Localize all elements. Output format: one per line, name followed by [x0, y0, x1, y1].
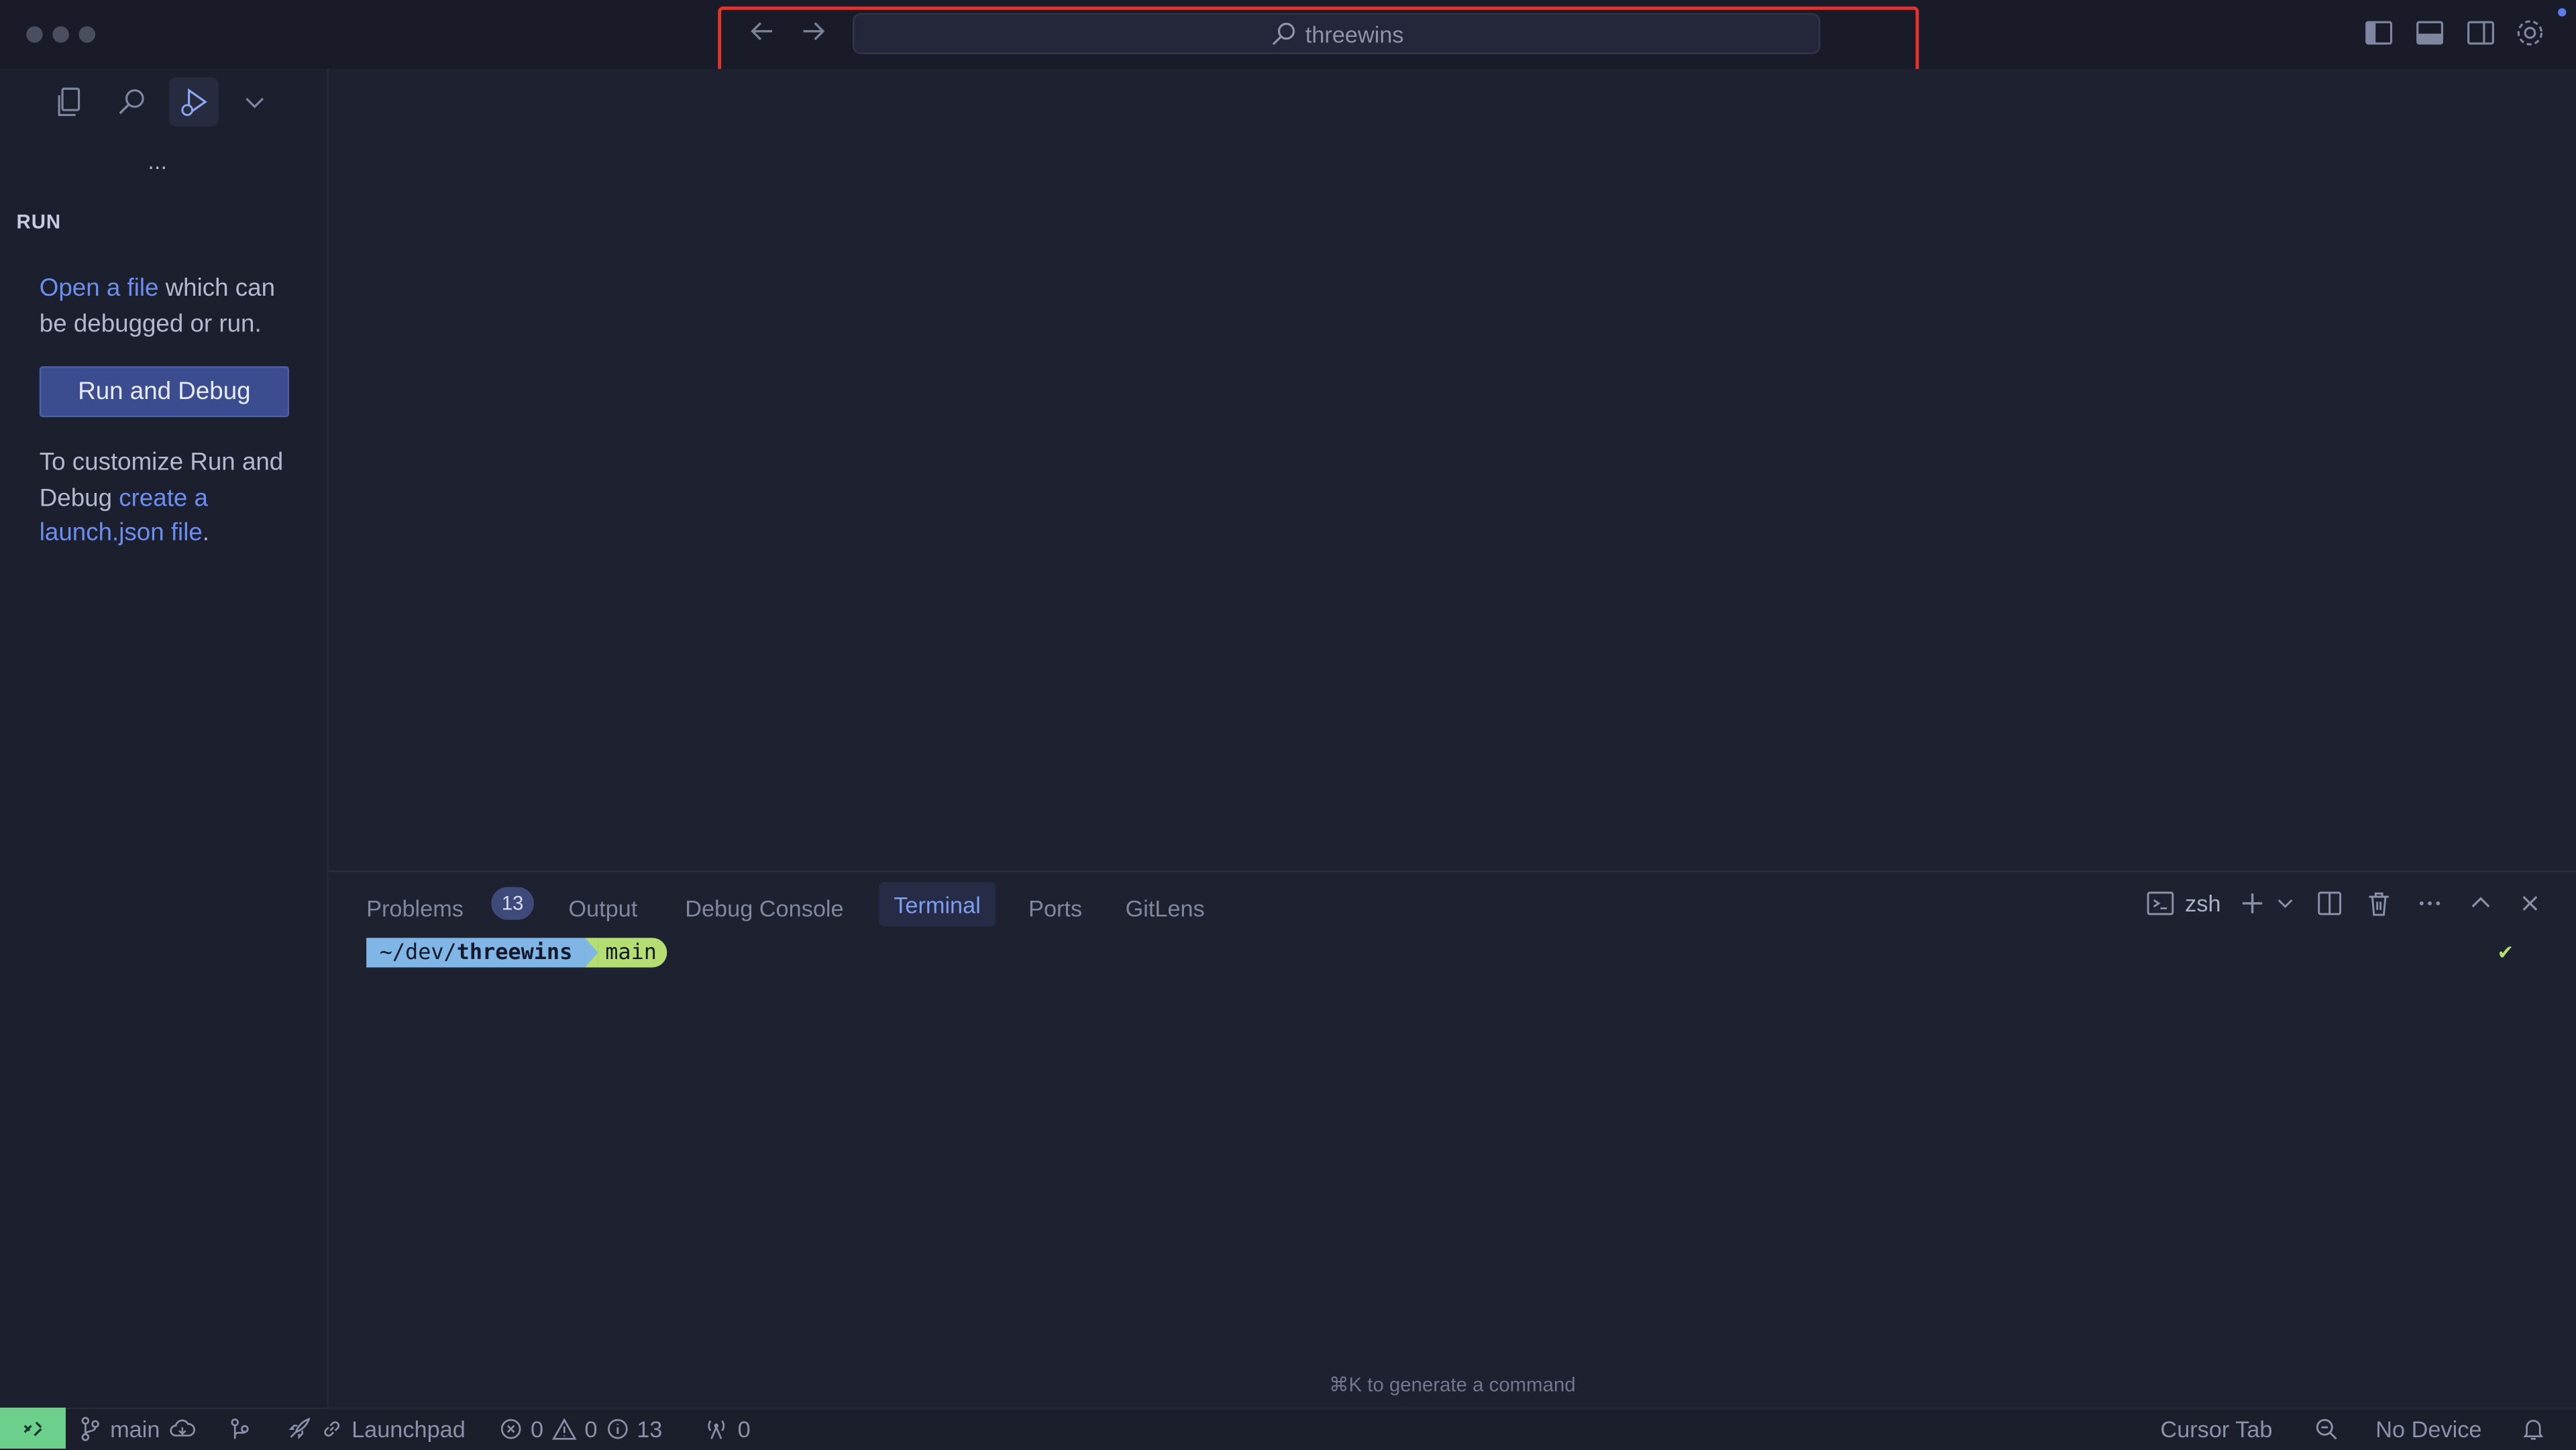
tab-debug-console[interactable]: Debug Console: [685, 890, 843, 926]
launchpad-status[interactable]: Launchpad: [286, 1412, 466, 1444]
device-status[interactable]: No Device: [2375, 1412, 2481, 1444]
error-icon: [499, 1416, 522, 1439]
remote-icon: [19, 1415, 46, 1441]
broadcast-icon: [703, 1415, 729, 1441]
prompt-dir-prefix: ~/dev/: [379, 940, 457, 965]
explorer-icon[interactable]: [49, 82, 89, 121]
prompt-branch: main: [598, 938, 667, 968]
toggle-panel-icon[interactable]: [2414, 16, 2447, 49]
new-terminal-plus-icon[interactable]: [2238, 889, 2267, 918]
command-center-search[interactable]: threewins: [853, 13, 1821, 54]
branch-name: main: [110, 1414, 160, 1441]
search-icon: [1269, 21, 1295, 47]
prompt-separator: [585, 938, 599, 968]
more-actions-ellipsis[interactable]: ...: [148, 148, 167, 174]
prompt-status-check: ✔: [2497, 941, 2514, 964]
open-file-message: Open a file which can be debugged or run…: [40, 271, 303, 341]
remote-indicator[interactable]: [0, 1407, 66, 1449]
shell-name: zsh: [2185, 890, 2221, 917]
primary-sidebar: [0, 68, 329, 1408]
tab-problems[interactable]: Problems: [366, 890, 464, 926]
link-icon: [321, 1416, 343, 1439]
window-minimize-dot[interactable]: [52, 26, 69, 43]
launchpad-label: Launchpad: [352, 1414, 466, 1441]
info-count: 13: [637, 1414, 663, 1441]
tab-ports[interactable]: Ports: [1028, 890, 1082, 926]
warning-icon: [551, 1416, 576, 1439]
ports-status[interactable]: 0: [703, 1412, 751, 1444]
run-debug-view-active[interactable]: [169, 77, 219, 127]
editor-area[interactable]: [328, 68, 2576, 871]
git-graph-icon[interactable]: [227, 1412, 253, 1444]
cursor-tab-status[interactable]: Cursor Tab: [2160, 1412, 2272, 1444]
forward-arrow-icon[interactable]: [798, 16, 828, 46]
open-file-link[interactable]: Open a file: [40, 274, 159, 302]
tab-terminal[interactable]: Terminal: [879, 882, 996, 927]
zoom-magnifier-icon[interactable]: [2313, 1412, 2339, 1444]
git-branch-icon: [79, 1415, 102, 1441]
prompt-dir-name: threewins: [456, 940, 573, 965]
terminal-icon: [2145, 889, 2175, 918]
run-and-debug-button[interactable]: Run and Debug: [39, 366, 290, 418]
error-count: 0: [531, 1414, 544, 1441]
more-actions-icon[interactable]: [2415, 889, 2445, 918]
chevron-down-icon[interactable]: [238, 82, 278, 121]
tab-output[interactable]: Output: [568, 890, 637, 926]
tab-gitlens[interactable]: GitLens: [1126, 890, 1205, 926]
run-section-title: RUN: [16, 210, 62, 233]
back-arrow-icon[interactable]: [747, 16, 777, 46]
info-icon: [606, 1416, 629, 1439]
period: .: [202, 518, 210, 547]
generate-command-hint: ⌘K to generate a command: [1329, 1373, 1576, 1396]
notifications-bell-icon[interactable]: [2520, 1412, 2546, 1444]
warning-count: 0: [584, 1414, 598, 1441]
settings-gear-icon[interactable]: [2514, 16, 2546, 49]
maximize-panel-chevron-up-icon[interactable]: [2466, 889, 2496, 918]
terminal-dropdown-chevron-icon[interactable]: [2273, 889, 2296, 918]
rocket-icon: [286, 1415, 312, 1441]
ports-count: 0: [737, 1414, 751, 1441]
close-panel-icon[interactable]: [2515, 889, 2544, 918]
cloud-sync-icon[interactable]: [168, 1415, 198, 1441]
toggle-secondary-sidebar-icon[interactable]: [2464, 16, 2497, 49]
toggle-primary-sidebar-icon[interactable]: [2363, 16, 2396, 49]
window-close-dot[interactable]: [26, 26, 43, 43]
problems-status[interactable]: 0 0 13: [499, 1412, 662, 1444]
search-view-icon[interactable]: [112, 82, 152, 121]
git-branch-status[interactable]: main: [79, 1412, 198, 1444]
update-dot: [2558, 8, 2567, 17]
window-zoom-dot[interactable]: [78, 26, 96, 43]
problems-count-badge: 13: [491, 887, 534, 920]
kill-terminal-trash-icon[interactable]: [2364, 889, 2394, 918]
workspace-name: threewins: [1305, 20, 1404, 47]
prompt-directory: ~/dev/threewins: [366, 938, 586, 968]
customize-message: To customize Run and Debug create a laun…: [40, 445, 303, 551]
terminal-prompt: ~/dev/threewins main: [366, 938, 667, 968]
split-terminal-icon[interactable]: [2315, 889, 2345, 918]
terminal-shell-selector[interactable]: zsh: [2145, 889, 2221, 918]
